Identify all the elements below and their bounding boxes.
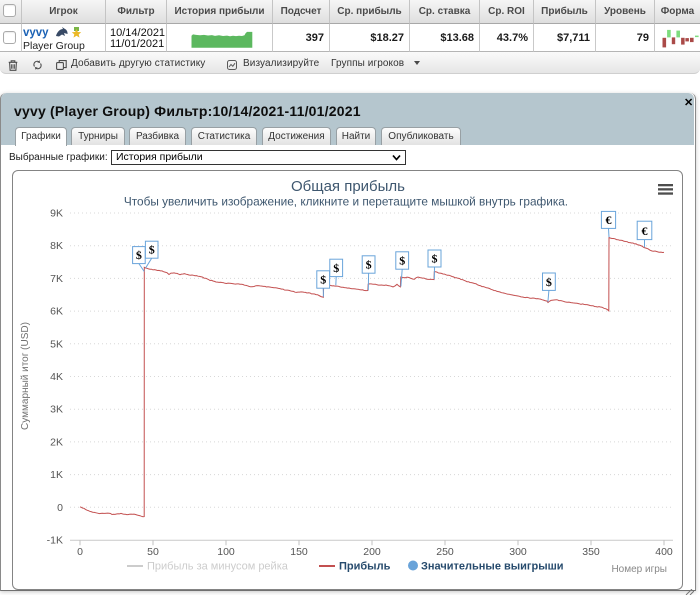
svg-text:$: $ xyxy=(320,273,326,287)
svg-text:Значительные выигрыши: Значительные выигрыши xyxy=(421,561,564,573)
svg-text:3K: 3K xyxy=(50,404,63,416)
svg-text:100: 100 xyxy=(217,546,235,558)
svg-text:Общая прибыль: Общая прибыль xyxy=(291,178,405,195)
svg-text:$: $ xyxy=(366,258,372,272)
svg-text:€: € xyxy=(606,213,612,227)
svg-text:$: $ xyxy=(546,275,552,289)
svg-text:Прибыль: Прибыль xyxy=(339,561,391,573)
svg-text:€: € xyxy=(642,224,648,238)
svg-text:$: $ xyxy=(399,254,405,268)
svg-text:300: 300 xyxy=(509,546,527,558)
svg-text:200: 200 xyxy=(363,546,381,558)
svg-text:Номер игры: Номер игры xyxy=(611,564,667,575)
svg-text:6K: 6K xyxy=(50,306,63,318)
svg-text:0: 0 xyxy=(77,546,83,558)
svg-text:9K: 9K xyxy=(50,208,63,220)
svg-text:$: $ xyxy=(333,261,339,275)
svg-text:Чтобы увеличить изображение, к: Чтобы увеличить изображение, кликните и … xyxy=(124,195,568,209)
svg-text:50: 50 xyxy=(147,546,159,558)
svg-text:350: 350 xyxy=(582,546,600,558)
svg-text:-1K: -1K xyxy=(47,535,63,547)
svg-text:Прибыль за минусом рейка: Прибыль за минусом рейка xyxy=(147,561,289,573)
svg-text:Суммарный итог (USD): Суммарный итог (USD) xyxy=(20,322,31,430)
svg-text:5K: 5K xyxy=(50,338,63,350)
svg-text:150: 150 xyxy=(290,546,308,558)
svg-text:$: $ xyxy=(136,248,142,262)
svg-text:$: $ xyxy=(149,243,155,257)
svg-text:$: $ xyxy=(432,252,438,266)
svg-text:0: 0 xyxy=(57,502,63,514)
svg-text:8K: 8K xyxy=(50,240,63,252)
svg-text:400: 400 xyxy=(655,546,673,558)
svg-text:7K: 7K xyxy=(50,273,63,285)
svg-text:250: 250 xyxy=(436,546,454,558)
svg-text:4K: 4K xyxy=(50,371,63,383)
svg-text:1K: 1K xyxy=(50,469,63,481)
svg-text:2K: 2K xyxy=(50,436,63,448)
